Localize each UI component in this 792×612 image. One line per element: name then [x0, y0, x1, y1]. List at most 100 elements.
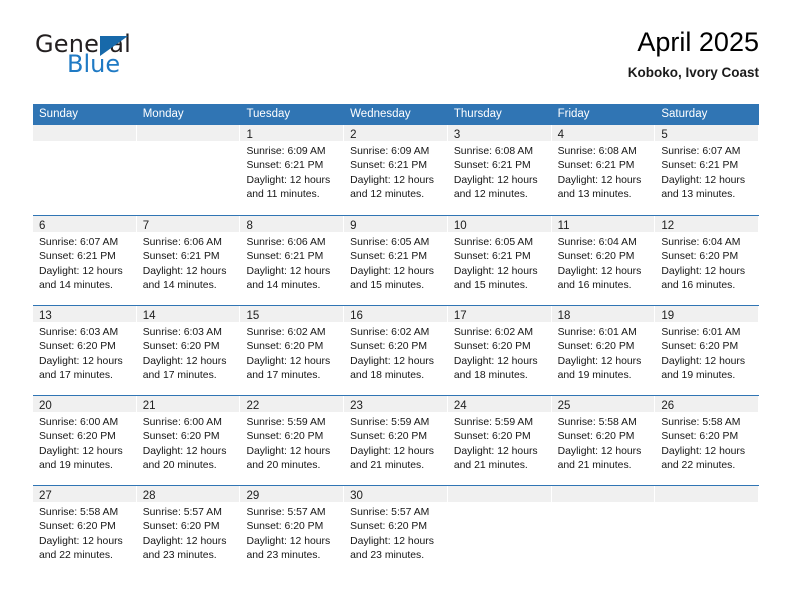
day-detail-line: Sunrise: 6:03 AM — [142, 327, 222, 338]
calendar-day-cell[interactable]: 17 Sunrise: 6:02 AM Sunset: 6:20 PM Dayligh… — [447, 306, 552, 395]
day-number-band: 14 — [136, 306, 240, 322]
day-detail-line: Sunrise: 5:57 AM — [350, 507, 430, 518]
day-number: 26 — [661, 400, 675, 412]
day-detail-line: Sunrise: 5:57 AM — [142, 507, 222, 518]
day-number-band: 28 — [136, 486, 240, 502]
day-number: 29 — [246, 490, 260, 502]
calendar-day-cell[interactable]: 23 Sunrise: 5:59 AM Sunset: 6:20 PM Dayligh… — [344, 396, 448, 485]
calendar-day-cell[interactable]: 30 Sunrise: 5:57 AM Sunset: 6:20 PM Dayligh… — [344, 486, 448, 575]
day-detail-line: and 16 minutes. — [661, 280, 736, 292]
calendar-day-cell[interactable]: 4 Sunrise: 6:08 AM Sunset: 6:21 PM Daylight… — [551, 125, 656, 215]
day-number-band: 17 — [447, 306, 551, 322]
weekday-header-saturday: Saturday — [661, 108, 708, 120]
day-detail-line: Daylight: 12 hours — [661, 174, 746, 186]
calendar-day-cell[interactable]: 7 Sunrise: 6:06 AM Sunset: 6:21 PM Daylight… — [136, 216, 241, 305]
calendar-day-cell[interactable]: 21 Sunrise: 6:00 AM Sunset: 6:20 PM Dayligh… — [136, 396, 241, 485]
day-number-band: 13 — [33, 306, 136, 322]
day-detail-line: Sunrise: 5:59 AM — [350, 417, 430, 428]
calendar-day-cell[interactable]: 10 Sunrise: 6:05 AM Sunset: 6:21 PM Dayligh… — [447, 216, 552, 305]
calendar-day-cell[interactable]: 5 Sunrise: 6:07 AM Sunset: 6:21 PM Daylight… — [655, 125, 760, 215]
calendar-day-cell[interactable]: 26 Sunrise: 5:58 AM Sunset: 6:20 PM Dayligh… — [655, 396, 760, 485]
calendar-day-cell[interactable]: 2 Sunrise: 6:09 AM Sunset: 6:21 PM Daylight… — [344, 125, 448, 215]
day-number: 3 — [453, 129, 461, 141]
day-detail-line: Sunrise: 6:05 AM — [453, 237, 534, 248]
day-detail-line: Sunset: 6:20 PM — [142, 431, 220, 443]
day-detail-line: and 15 minutes. — [350, 280, 425, 292]
calendar-cell-empty — [447, 486, 552, 575]
calendar-day-cell[interactable]: 19 Sunrise: 6:01 AM Sunset: 6:20 PM Dayligh… — [655, 306, 760, 395]
day-detail-line: Sunset: 6:21 PM — [453, 160, 531, 172]
day-detail-lines: Sunrise: 6:00 AM Sunset: 6:20 PM Daylight:… — [137, 412, 240, 474]
day-number-band: 1 — [240, 125, 344, 141]
day-detail-line: Sunrise: 5:58 AM — [557, 417, 637, 428]
day-detail-lines: Sunrise: 5:57 AM Sunset: 6:20 PM Daylight:… — [240, 502, 343, 564]
day-number-band — [655, 486, 759, 502]
calendar-day-cell[interactable]: 12 Sunrise: 6:04 AM Sunset: 6:20 PM Dayligh… — [655, 216, 760, 305]
calendar-week-row: 13 Sunrise: 6:03 AM Sunset: 6:20 PM Dayligh… — [33, 305, 760, 395]
day-number: 16 — [350, 310, 363, 322]
calendar-day-cell[interactable]: 27 Sunrise: 5:58 AM Sunset: 6:20 PM Dayligh… — [33, 486, 137, 575]
calendar-day-cell[interactable]: 1 Sunrise: 6:09 AM Sunset: 6:21 PM Daylight… — [240, 125, 345, 215]
day-detail-line: and 21 minutes. — [557, 460, 632, 472]
day-detail-line: Sunrise: 6:09 AM — [246, 146, 326, 157]
day-detail-line: Sunrise: 5:57 AM — [246, 507, 326, 518]
day-detail-line: Daylight: 12 hours — [661, 265, 746, 277]
calendar-day-cell[interactable]: 9 Sunrise: 6:05 AM Sunset: 6:21 PM Daylight… — [344, 216, 448, 305]
calendar-day-cell[interactable]: 3 Sunrise: 6:08 AM Sunset: 6:21 PM Daylight… — [447, 125, 552, 215]
day-number-band: 12 — [655, 216, 759, 232]
day-number: 11 — [557, 220, 570, 232]
day-detail-line: and 12 minutes. — [350, 189, 425, 201]
day-detail-line: and 17 minutes. — [142, 370, 217, 382]
weekday-header-friday: Friday — [557, 108, 590, 120]
day-detail-line: Sunrise: 6:02 AM — [246, 327, 326, 338]
day-detail-line: Sunrise: 6:02 AM — [453, 327, 534, 338]
calendar-day-cell[interactable]: 24 Sunrise: 5:59 AM Sunset: 6:20 PM Dayligh… — [447, 396, 552, 485]
general-blue-logo[interactable]: General Blue — [33, 32, 213, 88]
calendar-day-cell[interactable]: 18 Sunrise: 6:01 AM Sunset: 6:20 PM Dayligh… — [551, 306, 656, 395]
day-detail-line: Daylight: 12 hours — [142, 265, 227, 277]
day-detail-line: Sunset: 6:20 PM — [453, 431, 531, 443]
calendar-day-cell[interactable]: 25 Sunrise: 5:58 AM Sunset: 6:20 PM Dayligh… — [551, 396, 656, 485]
page-subtitle: Koboko, Ivory Coast — [627, 65, 759, 80]
day-detail-line: Daylight: 12 hours — [557, 174, 642, 186]
day-number-band: 27 — [33, 486, 136, 502]
day-detail-line: and 20 minutes. — [142, 460, 217, 472]
calendar-day-cell[interactable]: 28 Sunrise: 5:57 AM Sunset: 6:20 PM Dayligh… — [136, 486, 241, 575]
day-detail-line: Daylight: 12 hours — [350, 535, 434, 547]
day-detail-line: and 23 minutes. — [350, 550, 425, 562]
calendar-day-cell[interactable]: 29 Sunrise: 5:57 AM Sunset: 6:20 PM Dayligh… — [240, 486, 345, 575]
day-detail-line: Sunrise: 6:08 AM — [453, 146, 534, 157]
day-detail-line: Sunset: 6:20 PM — [246, 431, 324, 443]
day-detail-lines — [552, 502, 655, 506]
calendar-day-cell[interactable]: 6 Sunrise: 6:07 AM Sunset: 6:21 PM Daylight… — [33, 216, 137, 305]
calendar-day-cell[interactable]: 8 Sunrise: 6:06 AM Sunset: 6:21 PM Daylight… — [240, 216, 345, 305]
day-detail-line: and 18 minutes. — [453, 370, 528, 382]
day-detail-line: Daylight: 12 hours — [557, 355, 642, 367]
calendar-day-cell[interactable]: 11 Sunrise: 6:04 AM Sunset: 6:20 PM Dayligh… — [551, 216, 656, 305]
calendar-day-cell[interactable]: 13 Sunrise: 6:03 AM Sunset: 6:20 PM Dayligh… — [33, 306, 137, 395]
day-detail-lines: Sunrise: 6:03 AM Sunset: 6:20 PM Daylight:… — [33, 322, 136, 384]
weekday-header-tuesday: Tuesday — [246, 108, 291, 120]
day-detail-line: and 14 minutes. — [142, 280, 217, 292]
day-number: 18 — [557, 310, 571, 322]
calendar-cell-empty — [33, 125, 137, 215]
day-detail-line: and 17 minutes. — [246, 370, 321, 382]
day-detail-lines: Sunrise: 6:01 AM Sunset: 6:20 PM Daylight:… — [655, 322, 758, 384]
calendar-day-cell[interactable]: 22 Sunrise: 5:59 AM Sunset: 6:20 PM Dayligh… — [240, 396, 345, 485]
day-detail-line: Sunrise: 6:06 AM — [246, 237, 326, 248]
calendar-day-cell[interactable]: 14 Sunrise: 6:03 AM Sunset: 6:20 PM Dayligh… — [136, 306, 241, 395]
day-number-band: 20 — [33, 396, 136, 412]
calendar-day-cell[interactable]: 15 Sunrise: 6:02 AM Sunset: 6:20 PM Dayligh… — [240, 306, 345, 395]
day-number: 24 — [453, 400, 467, 412]
weekday-header-monday: Monday — [142, 108, 184, 120]
day-detail-line: and 12 minutes. — [453, 189, 528, 201]
calendar-day-cell[interactable]: 16 Sunrise: 6:02 AM Sunset: 6:20 PM Dayligh… — [344, 306, 448, 395]
day-detail-lines: Sunrise: 6:02 AM Sunset: 6:20 PM Daylight:… — [344, 322, 447, 384]
calendar-day-cell[interactable]: 20 Sunrise: 6:00 AM Sunset: 6:20 PM Dayligh… — [33, 396, 137, 485]
day-detail-line: Sunset: 6:20 PM — [39, 521, 116, 533]
day-detail-lines: Sunrise: 6:07 AM Sunset: 6:21 PM Daylight:… — [33, 232, 136, 294]
day-number: 12 — [661, 220, 675, 232]
day-number: 5 — [661, 129, 668, 141]
day-detail-lines — [137, 141, 240, 145]
day-number-band — [33, 125, 136, 141]
